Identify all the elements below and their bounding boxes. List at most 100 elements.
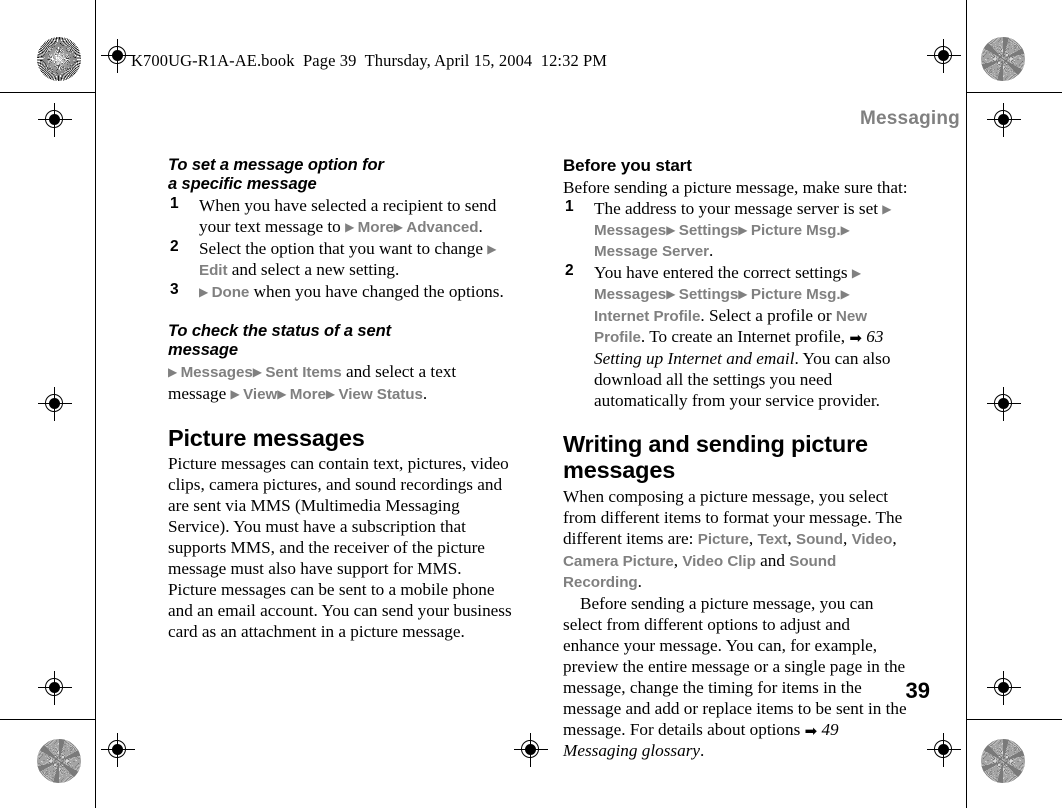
heading-line-1: To set a message option for (168, 156, 384, 174)
registration-crosshair-top-right (927, 39, 961, 73)
ui-term: More (289, 386, 326, 404)
heading-line-2: a specific message (168, 175, 317, 194)
ui-term: Advanced (406, 219, 479, 237)
ui-path-arrow-icon: ▶ (851, 266, 862, 281)
writing-paragraph-2: Before sending a picture message, you ca… (563, 593, 908, 762)
body-text: , (892, 528, 897, 548)
ui-term: Video Clip (682, 552, 756, 570)
procedure-steps-set-message-option: When you have selected a recipient to se… (168, 195, 513, 302)
registration-crosshair-right-middle (987, 387, 1021, 421)
section-heading-picture-messages: Picture messages (168, 424, 365, 451)
body-text: and select a new setting. (227, 259, 400, 279)
trim-line-bottom-left-horizontal (0, 719, 95, 721)
body-text: The address to your message server is se… (594, 198, 883, 218)
registration-crosshair-bottom-center (514, 733, 548, 767)
trim-line-bottom-right-horizontal (967, 719, 1062, 721)
ui-term: More (357, 219, 394, 237)
body-text: . (637, 572, 642, 592)
body-text: . (700, 741, 705, 761)
ui-term: Messages (180, 364, 253, 382)
ui-path-arrow-icon: ▶ (666, 222, 679, 237)
ui-term: Video (851, 530, 893, 548)
ui-path-arrow-icon: ▶ (840, 287, 850, 302)
trim-line-left-vertical (95, 0, 97, 808)
ui-term: Internet Profile (594, 307, 701, 325)
file-banner: K700UG-R1A-AE.book Page 39 Thursday, Apr… (131, 51, 608, 70)
section-paragraph-picture-messages: Picture messages can contain text, pictu… (168, 453, 512, 642)
section-heading-before-you-start: Before you start (563, 156, 692, 175)
body-text: . Select a profile or (700, 305, 836, 325)
ui-path-arrow-icon: ▶ (666, 287, 679, 302)
body-text: and (755, 550, 790, 570)
cross-reference-arrow-icon: ➡ (849, 329, 862, 348)
registration-crosshair-right-lower (987, 671, 1021, 705)
ui-path-arrow-icon: ▶ (168, 365, 181, 380)
ui-term: View (243, 386, 278, 404)
ui-term: Camera Picture (563, 552, 674, 570)
ui-term: Text (757, 530, 788, 548)
heading-line-1: Writing and sending picture (563, 431, 868, 458)
body-text: . (422, 384, 428, 404)
ui-term: Message Server (594, 243, 709, 261)
right-column: Before you start Before sending a pictur… (563, 156, 908, 762)
ui-term: Sound (795, 530, 843, 548)
procedure-step: When you have selected a recipient to se… (168, 195, 513, 238)
ui-path-arrow-icon: ▶ (277, 387, 290, 402)
color-rosette-top-left (37, 37, 81, 81)
ui-path-arrow-icon: ▶ (882, 201, 892, 216)
running-head: Messaging (860, 108, 960, 129)
body-text: , (787, 528, 796, 548)
ui-path-arrow-icon: ▶ (199, 284, 212, 299)
registration-crosshair-left-lower (38, 671, 72, 705)
color-rosette-bottom-right (981, 739, 1025, 783)
registration-crosshair-left-upper (38, 103, 72, 137)
ui-term: Picture Msg. (750, 221, 841, 239)
ui-term: Edit (199, 261, 228, 279)
section-heading-writing-sending: Writing and sending picture messages (563, 431, 908, 484)
body-text: Before sending a picture message, you ca… (563, 593, 907, 740)
ui-path-arrow-icon: ▶ (840, 222, 850, 237)
writing-paragraph-1: When composing a picture message, you se… (563, 486, 908, 593)
ui-path-arrow-icon: ▶ (252, 365, 266, 380)
procedure-step: You have entered the correct settings ▶ … (563, 262, 908, 411)
procedure-step: ▶ Done when you have changed the options… (168, 281, 513, 303)
ui-path-arrow-icon: ▶ (345, 220, 358, 235)
ui-path-arrow-icon: ▶ (230, 387, 244, 402)
body-text: . (478, 217, 483, 237)
color-rosette-bottom-left (37, 739, 81, 783)
ui-path-arrow-icon: ▶ (393, 220, 407, 235)
registration-crosshair-top-left (101, 39, 135, 73)
ui-term: Settings (678, 286, 739, 304)
ui-term: Picture Msg. (750, 286, 841, 304)
heading-line-2: messages (563, 457, 676, 484)
ui-term: View Status (338, 386, 423, 404)
ui-path-arrow-icon: ▶ (325, 387, 339, 402)
heading-line-2: message (168, 341, 238, 360)
ui-term: Picture (697, 530, 749, 548)
procedure-heading-set-message-option: To set a message option for a specific m… (168, 156, 513, 194)
registration-crosshair-left-middle (38, 387, 72, 421)
ui-path-arrow-icon: ▶ (738, 287, 751, 302)
trim-line-right-vertical (966, 0, 968, 808)
before-you-start-steps: The address to your message server is se… (563, 198, 908, 411)
page-number: 39 (905, 678, 930, 703)
left-column: To set a message option for a specific m… (168, 156, 513, 643)
ui-path-arrow-icon: ▶ (738, 222, 751, 237)
procedure-heading-check-status: To check the status of a sent message (168, 322, 513, 360)
registration-crosshair-bottom-left (101, 733, 135, 767)
body-text: You have entered the correct settings (594, 263, 852, 283)
ui-path-arrow-icon: ▶ (487, 241, 497, 256)
ui-term: Messages (594, 221, 667, 239)
trim-line-top-right-horizontal (967, 92, 1062, 94)
procedure-step: Select the option that you want to chang… (168, 238, 513, 281)
ui-term: Messages (594, 286, 667, 304)
body-text: , (842, 528, 852, 548)
body-text: . (708, 241, 714, 261)
color-rosette-top-right (981, 37, 1025, 81)
body-text: . To create an Internet profile, (640, 327, 850, 347)
cross-reference-arrow-icon: ➡ (804, 722, 818, 741)
trim-line-top-left-horizontal (0, 92, 95, 94)
